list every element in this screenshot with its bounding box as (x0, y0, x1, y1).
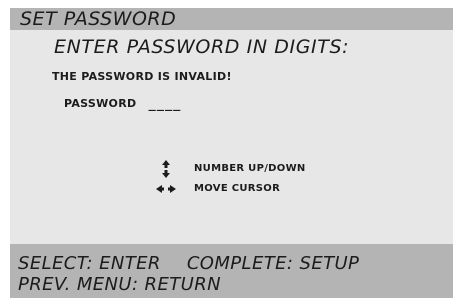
left-right-arrows-icon (156, 180, 176, 198)
footer-line-1: SELECT: ENTER COMPLETE: SETUP (18, 253, 359, 275)
footer-bar: SELECT: ENTER COMPLETE: SETUP PREV. MENU:… (10, 244, 453, 298)
page-title: SET PASSWORD (20, 8, 177, 30)
title-bar: SET PASSWORD (10, 8, 453, 30)
password-input[interactable]: ____ (149, 94, 182, 114)
password-row: PASSWORD ____ (64, 94, 181, 114)
footer-line-2: PREV. MENU: RETURN (18, 274, 221, 296)
invalid-password-message: THE PASSWORD IS INVALID! (52, 70, 232, 83)
complete-setup-hint: COMPLETE: SETUP (186, 253, 360, 274)
password-label: PASSWORD (64, 97, 137, 110)
instruction-text: ENTER PASSWORD IN DIGITS: (54, 36, 350, 58)
up-down-arrows-icon (156, 160, 176, 178)
select-enter-hint: SELECT: ENTER (18, 253, 161, 274)
hint-label-number-up-down: NUMBER UP/DOWN (194, 163, 306, 174)
hint-label-move-cursor: MOVE CURSOR (194, 183, 281, 194)
osd-screen: SET PASSWORD ENTER PASSWORD IN DIGITS: T… (10, 8, 453, 298)
prev-menu-return-hint: PREV. MENU: RETURN (18, 274, 221, 295)
